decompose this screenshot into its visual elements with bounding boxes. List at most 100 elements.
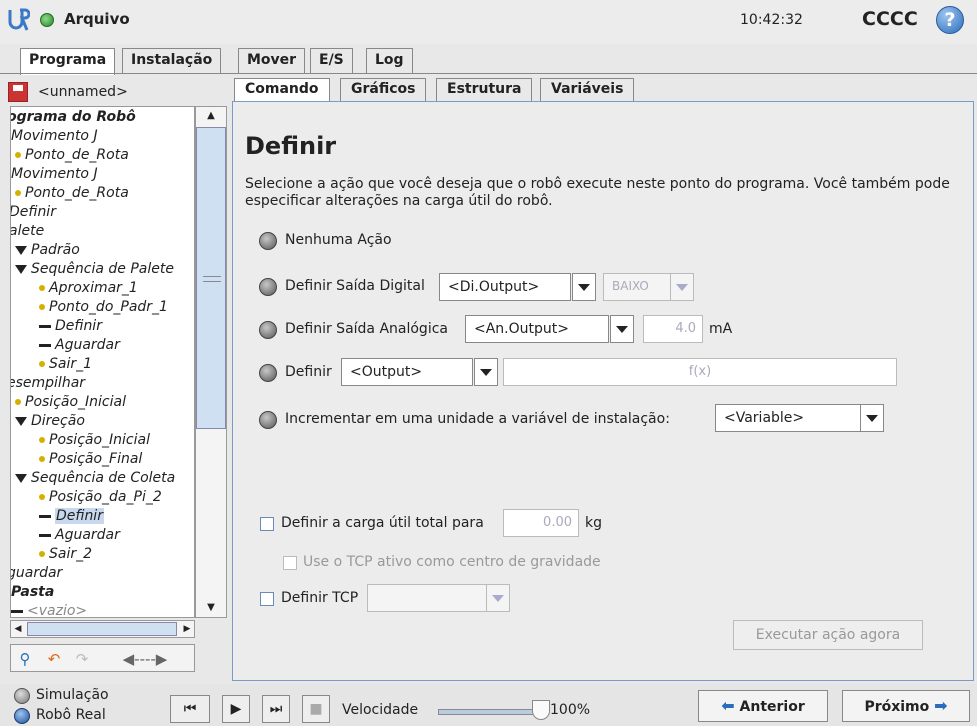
tree-node[interactable]: Aproximar_1 (39, 278, 138, 298)
tree-node[interactable]: Direção (15, 411, 85, 431)
tree-node[interactable]: Posição_Inicial (39, 430, 150, 450)
rewind-icon[interactable]: ⏮ (170, 695, 210, 723)
play-icon[interactable]: ▶ (222, 695, 250, 723)
tab-variaveis[interactable]: Variáveis (540, 78, 635, 102)
tree-node[interactable]: alete (11, 221, 44, 241)
payload-checkbox[interactable] (260, 517, 274, 531)
tree-node[interactable]: Definir (11, 202, 56, 222)
tcp-select[interactable] (367, 584, 510, 612)
radio-digital-output[interactable] (259, 278, 277, 296)
run-action-now-button[interactable]: Executar ação agora (733, 620, 923, 650)
radio-simulation[interactable] (14, 688, 30, 704)
tree-node[interactable]: Sequência de Coleta (15, 468, 175, 488)
tab-graficos[interactable]: Gráficos (340, 78, 427, 102)
set-output-select[interactable]: <Output> (341, 358, 498, 386)
file-menu[interactable]: Arquivo (64, 10, 130, 28)
program-filename: <unnamed> (38, 84, 128, 100)
tree-node[interactable]: Sequência de Palete (15, 259, 174, 279)
tree-node[interactable]: Sair_1 (39, 354, 92, 374)
tree-horizontal-scrollbar[interactable]: ◀ ▶ (10, 620, 195, 638)
tree-node[interactable]: Aguardar (39, 335, 120, 355)
scroll-left-icon[interactable]: ◀ (11, 621, 25, 637)
scrollbar-thumb[interactable] (27, 622, 177, 636)
tab-estrutura[interactable]: Estrutura (436, 78, 533, 102)
label-set-expression: Definir (285, 364, 332, 380)
tree-node[interactable]: Posição_Inicial (15, 392, 126, 412)
label-digital-output: Definir Saída Digital (285, 278, 425, 294)
tree-node[interactable]: Movimento J (11, 126, 98, 146)
digital-output-select[interactable]: <Di.Output> (439, 273, 596, 301)
tab-instalacao[interactable]: Instalação (122, 48, 222, 74)
scroll-up-icon[interactable]: ▲ (196, 107, 226, 125)
label-tcp-cog: Use o TCP ativo como centro de gravidade (303, 554, 601, 570)
tree-node[interactable]: Ponto_de_Rota (15, 145, 129, 165)
label-increment-variable: Incrementar em uma unidade a variável de… (285, 411, 670, 427)
tree-node[interactable]: Ponto_do_Padr_1 (39, 297, 168, 317)
chevron-down-icon (610, 315, 634, 343)
tcp-cog-checkbox[interactable] (283, 556, 297, 570)
tab-programa[interactable]: Programa (20, 48, 116, 75)
program-tree[interactable]: ograma do Robô Movimento J Ponto_de_Rota… (10, 106, 195, 618)
speed-value: 100% (550, 702, 591, 718)
expand-collapse-icon[interactable]: ◀----▶ (99, 648, 191, 670)
tree-node[interactable]: Padrão (15, 240, 80, 260)
tab-log[interactable]: Log (366, 48, 413, 74)
tree-node[interactable]: guardar (11, 563, 62, 583)
tab-comando[interactable]: Comando (234, 78, 330, 102)
analog-value-input[interactable]: 4.0 (643, 315, 703, 343)
speed-slider-handle[interactable] (532, 700, 550, 720)
tcp-checkbox[interactable] (260, 592, 274, 606)
scroll-right-icon[interactable]: ▶ (180, 621, 194, 637)
analog-unit: mA (709, 321, 733, 337)
chevron-down-icon (486, 584, 510, 612)
tree-node[interactable]: Aguardar (39, 525, 120, 545)
tab-es[interactable]: E/S (310, 48, 353, 74)
tree-node[interactable]: esempilhar (11, 373, 85, 393)
tree-node[interactable]: Posição_Final (39, 449, 142, 469)
previous-button[interactable]: ⬅ Anterior (698, 690, 828, 722)
tree-vertical-scrollbar[interactable]: ▲ ▼ (195, 106, 227, 618)
variable-select[interactable]: <Variable> (715, 404, 884, 432)
stop-icon[interactable]: ■ (302, 695, 330, 723)
tree-node[interactable]: ograma do Robô (11, 107, 136, 127)
scroll-down-icon[interactable]: ▼ (196, 599, 226, 617)
scrollbar-thumb[interactable] (196, 127, 226, 429)
radio-no-action[interactable] (259, 232, 277, 250)
label-analog-output: Definir Saída Analógica (285, 321, 448, 337)
label-tcp: Definir TCP (281, 590, 359, 606)
top-bar: Arquivo 10:42:32 CCCC ? (0, 0, 977, 44)
clock: 10:42:32 (740, 12, 803, 28)
tree-node[interactable]: Sair_2 (39, 544, 92, 564)
save-icon[interactable] (8, 82, 28, 102)
robot-name: CCCC (862, 8, 918, 30)
expression-input[interactable]: f(x) (503, 358, 897, 386)
tree-node[interactable]: Movimento J (11, 164, 98, 184)
tree-node[interactable]: Definir (39, 316, 102, 336)
radio-real-robot[interactable] (14, 708, 30, 724)
step-icon[interactable]: ⏭ (262, 695, 290, 723)
digital-value-select[interactable]: BAIXO (603, 273, 694, 301)
help-icon[interactable]: ? (936, 6, 964, 34)
next-button[interactable]: Próximo ➡ (842, 690, 970, 722)
tree-node-selected[interactable]: Definir (39, 506, 104, 526)
chevron-down-icon (860, 404, 884, 432)
undo-icon[interactable]: ↶ (41, 648, 67, 670)
radio-analog-output[interactable] (259, 321, 277, 339)
program-file: <unnamed> (8, 82, 128, 104)
tree-node[interactable]: Posição_da_Pi_2 (39, 487, 162, 507)
payload-input[interactable]: 0.00 (503, 509, 579, 537)
tab-mover[interactable]: Mover (238, 48, 306, 74)
radio-set-expression[interactable] (259, 364, 277, 382)
tree-node[interactable]: Pasta (11, 582, 54, 602)
ur-logo-icon (8, 8, 30, 31)
label-simulation: Simulação (36, 687, 109, 703)
search-icon[interactable]: ⚲ (15, 648, 35, 670)
chevron-down-icon (670, 273, 694, 301)
payload-unit: kg (585, 515, 602, 531)
radio-increment-variable[interactable] (259, 411, 277, 429)
analog-output-select[interactable]: <An.Output> (465, 315, 634, 343)
tree-node[interactable]: Ponto_de_Rota (15, 183, 129, 203)
redo-icon[interactable]: ↷ (69, 648, 95, 670)
tree-node[interactable]: <vazio> (11, 601, 87, 617)
arrow-left-icon: ⬅ (721, 696, 735, 715)
